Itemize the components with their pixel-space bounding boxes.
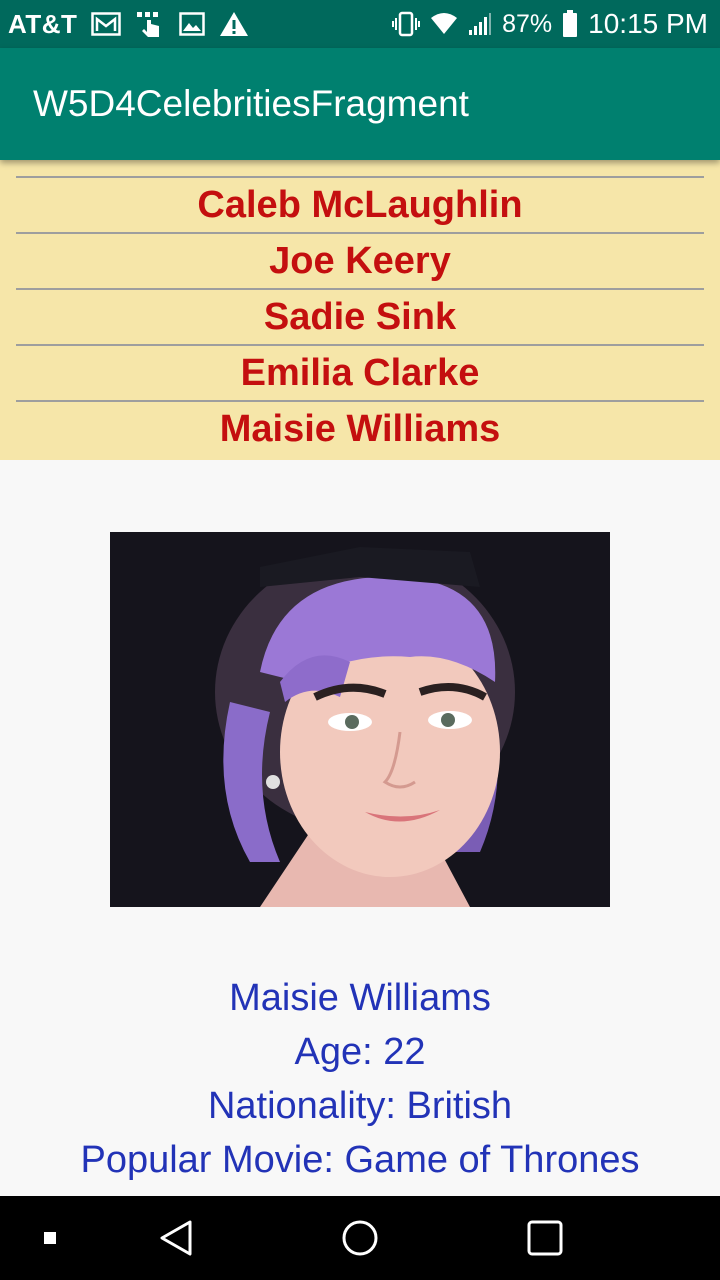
back-icon[interactable]: [150, 1212, 202, 1264]
clock: 10:15 PM: [588, 8, 708, 39]
detail-nationality: Nationality: British: [207, 1085, 513, 1127]
gmail-icon: [91, 12, 122, 36]
app-bar: W5D4CelebritiesFragment: [0, 48, 720, 160]
celebrity-list-item[interactable]: Maisie Williams: [16, 400, 704, 456]
battery-icon: [562, 10, 578, 38]
celebrity-photo: [110, 532, 610, 907]
detail-age: Age: 22: [294, 1031, 426, 1073]
signal-icon: [468, 12, 492, 36]
detail-name: Maisie Williams: [229, 977, 491, 1019]
hand-touch-icon: [135, 10, 165, 38]
home-icon[interactable]: [334, 1212, 386, 1264]
recents-dot-icon[interactable]: [36, 1224, 64, 1252]
battery-percent: 87%: [502, 9, 553, 38]
image-icon: [179, 12, 206, 36]
status-bar: AT&T 87% 10:15 PM: [0, 0, 720, 48]
navigation-bar: [0, 1196, 720, 1280]
celebrity-list-item[interactable]: Caleb McLaughlin: [16, 176, 704, 232]
celebrity-list: Caleb McLaughlin Joe Keery Sadie Sink Em…: [0, 160, 720, 460]
warning-icon: [219, 11, 249, 37]
app-title: W5D4CelebritiesFragment: [33, 83, 469, 124]
celebrity-list-item[interactable]: Joe Keery: [16, 232, 704, 288]
celebrity-list-item[interactable]: Emilia Clarke: [16, 344, 704, 400]
detail-popular-movie: Popular Movie: Game of Thrones: [80, 1139, 640, 1181]
celebrity-details: Maisie Williams Age: 22 Nationality: Bri…: [0, 970, 720, 1186]
celebrity-list-item[interactable]: Sadie Sink: [16, 288, 704, 344]
vibrate-icon: [392, 11, 421, 37]
overview-icon[interactable]: [519, 1212, 571, 1264]
carrier-label: AT&T: [8, 8, 78, 39]
wifi-icon: [430, 12, 458, 36]
